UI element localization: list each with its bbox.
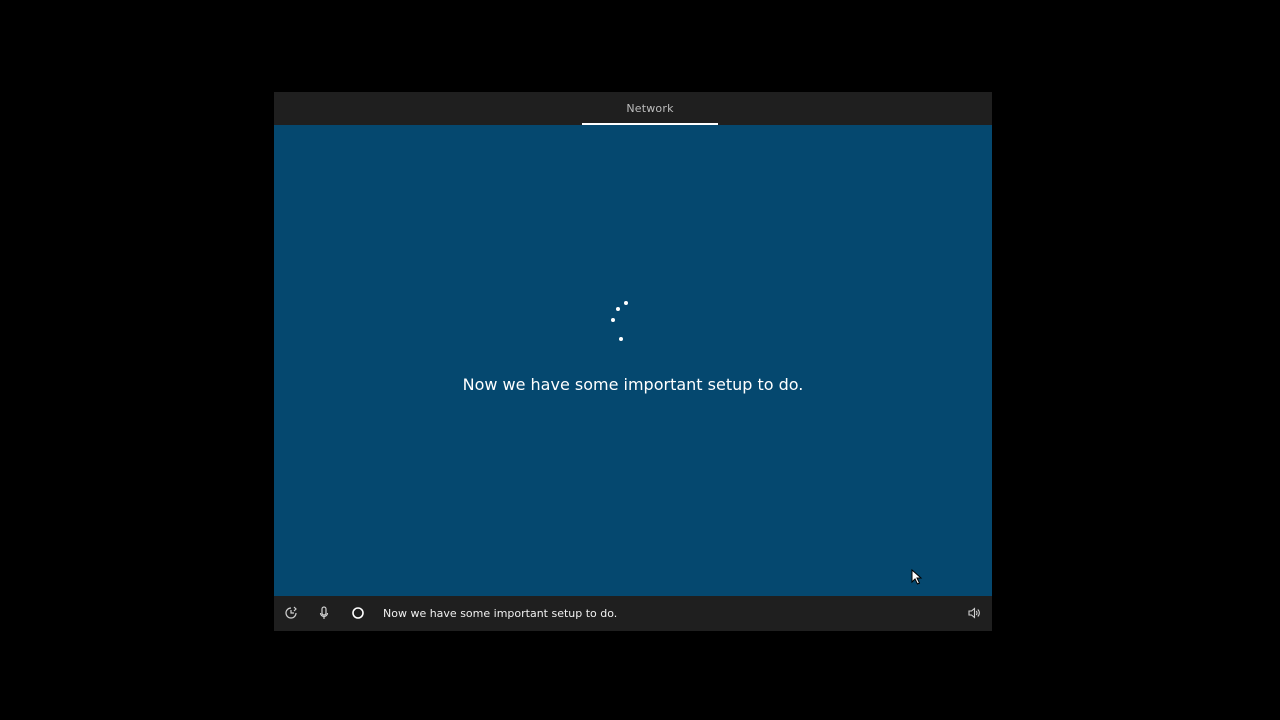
mouse-pointer-icon: [911, 569, 923, 585]
cortana-button[interactable]: [351, 606, 365, 620]
volume-button[interactable]: [967, 606, 981, 620]
tab-network: Network: [582, 92, 718, 125]
progress-header: Network: [274, 92, 992, 125]
cortana-icon: [352, 607, 364, 619]
microphone-icon: [319, 606, 329, 619]
narration-caption: Now we have some important setup to do.: [383, 607, 618, 620]
microphone-button[interactable]: [317, 606, 331, 620]
loading-spinner: [600, 301, 628, 347]
spinner-dot: [616, 307, 620, 311]
spinner-dot: [611, 318, 615, 322]
spinner-dot: [619, 337, 623, 341]
tab-network-label: Network: [626, 102, 674, 115]
setup-message: Now we have some important setup to do.: [462, 375, 804, 394]
bottom-toolbar: Now we have some important setup to do.: [274, 596, 992, 631]
ease-of-access-icon: [285, 606, 297, 619]
setup-window: Network Now we have some important setup…: [274, 92, 992, 631]
volume-icon: [968, 607, 980, 619]
setup-content: Now we have some important setup to do.: [274, 125, 992, 596]
ease-of-access-button[interactable]: [284, 606, 298, 620]
spinner-dot: [624, 301, 628, 305]
